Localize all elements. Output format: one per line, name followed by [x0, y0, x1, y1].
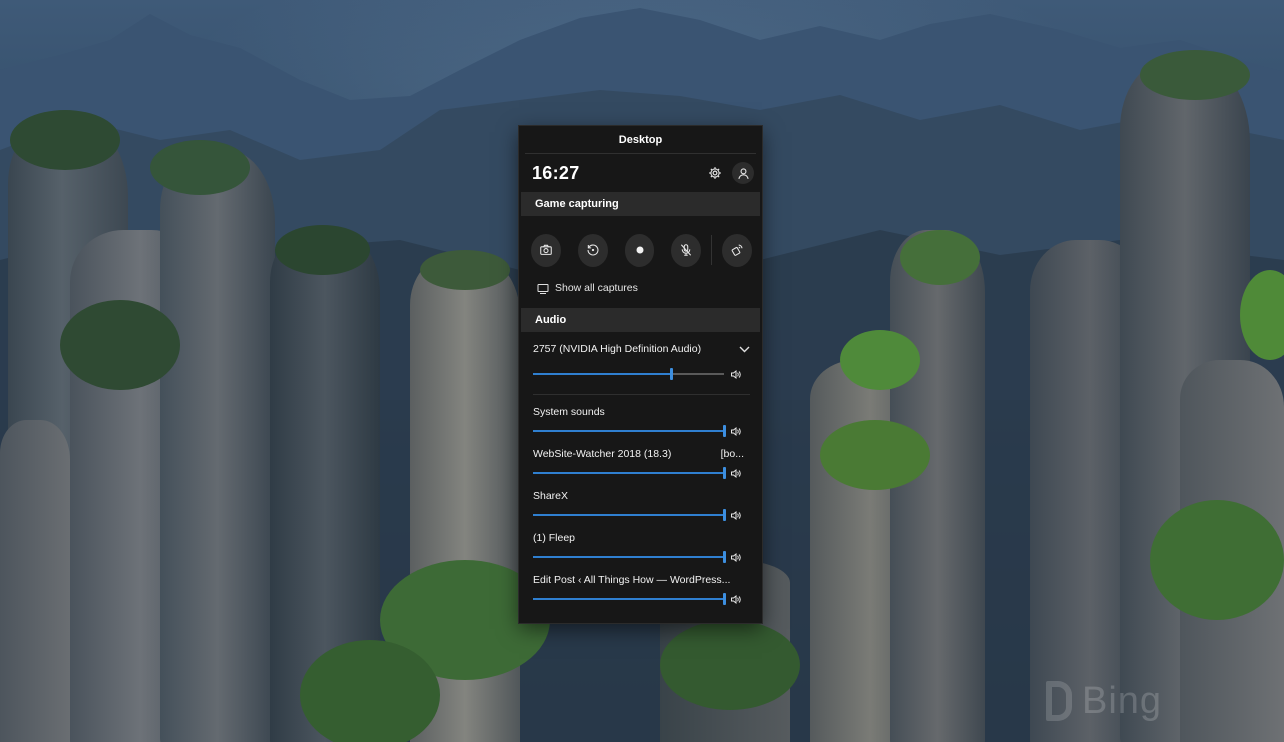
app-name: Edit Post ‹ All Things How — WordPress..… [533, 574, 731, 586]
panel-title: Desktop [525, 126, 756, 154]
person-icon [737, 167, 749, 179]
app-volume-item: WebSite-Watcher 2018 (18.3) [bo... [519, 443, 762, 481]
bing-logo-icon [1046, 681, 1072, 721]
rock-pillar [890, 230, 985, 742]
app-volume-slider[interactable] [533, 508, 726, 522]
app-label-row: WebSite-Watcher 2018 (18.3) [bo... [519, 443, 762, 465]
bing-watermark-text: Bing [1082, 680, 1163, 722]
foliage [660, 620, 800, 710]
gallery-icon [537, 283, 549, 294]
game-bar-panel: Desktop 16:27 Game capturing Show all ca… [519, 126, 762, 623]
app-volume-item: Edit Post ‹ All Things How — WordPress..… [519, 569, 762, 607]
record-dot-icon [636, 246, 644, 254]
app-extra: [bo... [720, 448, 744, 460]
app-name: (1) Fleep [533, 532, 576, 544]
foliage [150, 140, 250, 195]
device-volume-row [519, 364, 762, 384]
app-volume-slider[interactable] [533, 424, 726, 438]
slider-thumb[interactable] [723, 509, 726, 521]
app-mute-button[interactable] [730, 468, 744, 479]
app-mute-button[interactable] [730, 552, 744, 563]
foliage [1140, 50, 1250, 100]
speaker-icon [731, 552, 741, 562]
slider-thumb[interactable] [723, 425, 726, 437]
speaker-icon [731, 426, 741, 436]
bing-watermark: Bing [1046, 680, 1162, 723]
speaker-icon [731, 510, 741, 520]
app-mute-button[interactable] [730, 510, 744, 521]
app-mute-button[interactable] [730, 594, 744, 605]
slider-thumb[interactable] [723, 593, 726, 605]
device-mute-button[interactable] [730, 369, 744, 380]
foliage [275, 225, 370, 275]
app-label-row: ShareX [519, 485, 762, 507]
foliage [820, 420, 930, 490]
app-name: System sounds [533, 406, 605, 418]
app-volume-row [519, 507, 762, 523]
capture-buttons-row [519, 216, 762, 274]
app-label-row: System sounds [519, 401, 762, 423]
clock-row: 16:27 [519, 154, 762, 192]
screenshot-camera-icon [540, 244, 552, 255]
app-mute-button[interactable] [730, 426, 744, 437]
app-volume-slider[interactable] [533, 592, 726, 606]
record-last-30s-icon [587, 244, 599, 256]
audio-divider [533, 394, 750, 395]
app-volume-list: System sounds WebSite-Watcher 2018 (18.3)… [519, 401, 762, 607]
app-label-row: Edit Post ‹ All Things How — WordPress..… [519, 569, 762, 591]
slider-thumb[interactable] [723, 551, 726, 563]
app-volume-row [519, 465, 762, 481]
speaker-icon [731, 369, 741, 379]
rock-pillar [160, 150, 275, 742]
microphone-off-icon [681, 244, 692, 256]
audio-header: Audio [521, 308, 760, 332]
speaker-icon [731, 468, 741, 478]
app-volume-item: (1) Fleep [519, 527, 762, 565]
chevron-down-icon [739, 346, 750, 352]
app-name: WebSite-Watcher 2018 (18.3) [533, 448, 672, 460]
foliage [300, 640, 440, 742]
app-volume-row [519, 423, 762, 439]
show-all-captures-label: Show all captures [555, 282, 638, 294]
app-volume-row [519, 549, 762, 565]
foliage [900, 230, 980, 285]
screenshot-button[interactable] [531, 233, 561, 267]
clock: 16:27 [532, 162, 580, 183]
speaker-icon [731, 594, 741, 604]
show-all-captures-link[interactable]: Show all captures [519, 274, 762, 302]
app-volume-item: ShareX [519, 485, 762, 523]
foliage [10, 110, 120, 170]
microphone-toggle-button[interactable] [671, 233, 702, 267]
broadcast-button[interactable] [722, 233, 752, 267]
audio-device-name: 2757 (NVIDIA High Definition Audio) [533, 343, 702, 355]
broadcast-icon [731, 244, 743, 256]
start-recording-button[interactable] [624, 233, 655, 267]
foliage [1150, 500, 1284, 620]
device-volume-slider[interactable] [533, 367, 724, 381]
audio-device-select[interactable]: 2757 (NVIDIA High Definition Audio) [519, 334, 762, 364]
app-name: ShareX [533, 490, 569, 502]
app-volume-slider[interactable] [533, 466, 726, 480]
app-volume-item: System sounds [519, 401, 762, 439]
foliage [840, 330, 920, 390]
foliage [420, 250, 510, 290]
slider-thumb[interactable] [669, 368, 673, 380]
rock-pillar [0, 420, 70, 742]
settings-button[interactable] [704, 162, 726, 184]
record-last-30s-button[interactable] [577, 233, 608, 267]
app-label-row: (1) Fleep [519, 527, 762, 549]
app-volume-row [519, 591, 762, 607]
profile-button[interactable] [732, 162, 754, 184]
gear-icon [709, 167, 721, 179]
slider-thumb[interactable] [723, 467, 726, 479]
app-volume-slider[interactable] [533, 550, 726, 564]
capture-divider [711, 235, 713, 265]
foliage [60, 300, 180, 390]
game-capturing-header: Game capturing [521, 192, 760, 216]
